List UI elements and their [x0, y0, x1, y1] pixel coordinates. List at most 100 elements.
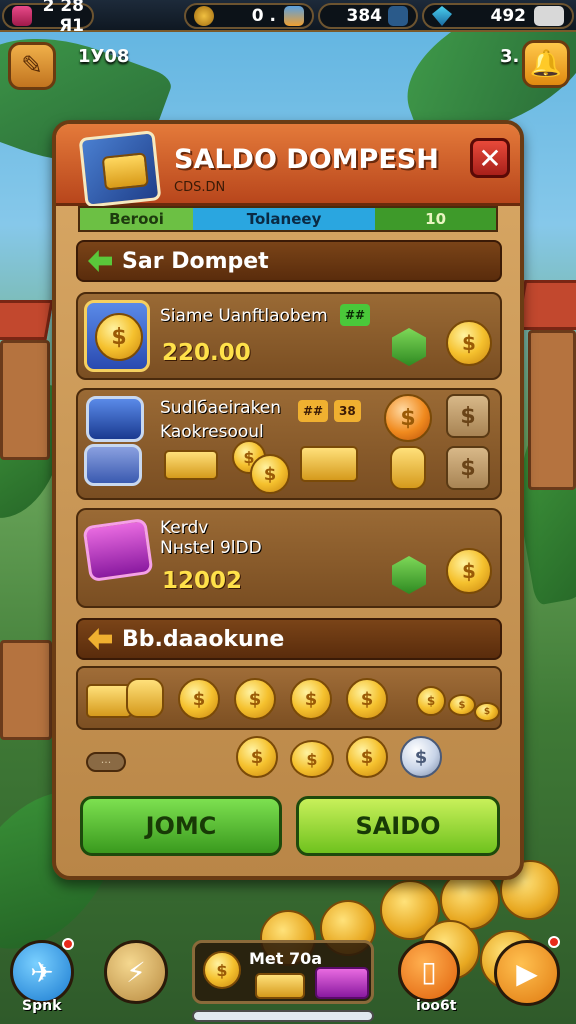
play-icon: ▶ — [516, 956, 538, 990]
coin-icon: $ — [446, 548, 492, 594]
coin-icon: $ — [446, 320, 492, 366]
coin-stack-icon — [126, 678, 164, 718]
notification-dot — [548, 936, 560, 948]
card-2-badge-2: 38 — [334, 400, 361, 422]
panel-tabs: Berooi Tolaneey 10 — [78, 206, 498, 232]
play-button[interactable]: ▶ — [494, 940, 560, 1006]
coin-icon: $ — [178, 678, 220, 720]
cash-stack-icon — [300, 446, 358, 482]
close-icon: ✕ — [478, 141, 502, 175]
card-2-title-line2: Kaokresooul — [160, 422, 264, 442]
buy-button[interactable]: $ — [446, 394, 490, 438]
shield-icon — [284, 6, 304, 26]
banknote-icon — [84, 444, 142, 486]
wallet-panel: SALDO DOMPESH CDS.DN ✕ Berooi Tolaneey 1… — [52, 120, 524, 880]
inventory-label: ioo6t — [416, 998, 457, 1014]
card-1-badge: ## — [340, 304, 371, 326]
coin-icon[interactable]: $ — [384, 394, 432, 442]
boost-button[interactable]: ⚡ — [104, 940, 168, 1004]
gear-icon — [194, 6, 214, 26]
resource-shields[interactable]: 384 — [318, 3, 418, 29]
gem-icon — [12, 6, 32, 26]
coin-icon: $ — [416, 686, 446, 716]
tab-1[interactable]: Berooi — [80, 208, 193, 230]
coin-icon: $ — [474, 702, 500, 722]
section-header-wallet: Sar Dompet — [76, 240, 502, 282]
notifications-button[interactable]: 🔔 — [522, 40, 570, 88]
resource-gears-value: 0 . — [251, 6, 276, 26]
saldo-button[interactable]: SAIDO — [296, 796, 500, 856]
wallet-card-1[interactable]: $ Siame Uanftlaobem ## 220.00 $ — [76, 292, 502, 380]
section-header-bonus-label: Bb.daaokune — [122, 626, 285, 652]
coin-icon: $ — [234, 678, 276, 720]
silver-coin-icon: $ — [400, 736, 442, 778]
card-1-value: 220.00 — [162, 340, 251, 366]
tab-3[interactable]: 10 — [375, 208, 497, 230]
notification-dot — [62, 938, 74, 950]
arrow-icon — [88, 250, 112, 272]
cash-icon — [86, 396, 144, 442]
progress-bar — [192, 1010, 374, 1022]
resource-gems[interactable]: 2 28 Я1 — [2, 0, 94, 36]
lightning-icon: ⚡ — [126, 955, 146, 989]
resource-crystals-value: 492 — [490, 6, 527, 26]
top-resource-bar: 2 28 Я1 0 . 384 492 — [0, 0, 576, 36]
gift-icon — [315, 967, 369, 999]
wallet-card-3[interactable]: Kerdv Nнstel 9lDD 12002 $ — [76, 508, 502, 608]
green-gem-icon — [392, 556, 426, 594]
card-2-title-line1: Sudlбaeiraken — [160, 398, 282, 418]
coin-icon: $ — [448, 694, 476, 716]
spin-label: Spnk — [22, 998, 62, 1014]
coin-icon: $ — [290, 678, 332, 720]
shop-box[interactable]: $ Met 70a — [192, 940, 374, 1004]
coin-icon: $ — [203, 951, 241, 989]
section-header-wallet-label: Sar Dompet — [122, 248, 269, 274]
shop-label: Met 70a — [249, 949, 323, 968]
panel-header: SALDO DOMPESH CDS.DN ✕ — [56, 124, 520, 208]
card-3-title-line2: Nнstel 9lDD — [160, 538, 262, 558]
spin-button[interactable]: ✈ — [10, 940, 74, 1004]
crystal-icon — [432, 6, 452, 26]
panel-title: SALDO DOMPESH — [174, 144, 439, 175]
tab-2[interactable]: Tolaneey — [192, 208, 376, 230]
coin-stack-icon — [390, 446, 426, 490]
rocket-icon: ✈ — [30, 955, 54, 989]
coin-icon: $ — [346, 678, 388, 720]
arrow-icon — [88, 628, 112, 650]
small-indicator[interactable]: ··· — [86, 752, 126, 772]
wrench-icon: ✎ — [21, 51, 43, 81]
resource-shields-value: 384 — [346, 6, 383, 26]
coin-icon: $ — [346, 736, 388, 778]
panel-subtitle: CDS.DN — [174, 180, 226, 195]
inventory-button[interactable]: ▯ — [398, 940, 460, 1002]
coin-icon: $ — [290, 740, 334, 778]
crystal-icon — [388, 6, 408, 26]
profile-button[interactable]: ✎ — [8, 42, 56, 90]
card-1-title: Siame Uanftlaobem — [160, 306, 328, 326]
coin-icon: $ — [84, 300, 150, 372]
join-button[interactable]: JOMC — [80, 796, 282, 856]
close-button[interactable]: ✕ — [470, 138, 510, 178]
resource-gems-value: 2 28 Я1 — [42, 0, 84, 36]
card-3-value: 12002 — [162, 568, 243, 594]
settings-toggle-icon[interactable] — [534, 6, 564, 26]
resource-crystals[interactable]: 492 — [422, 3, 574, 29]
resource-gears[interactable]: 0 . — [184, 3, 314, 29]
wallet-icon — [78, 130, 162, 208]
buy-button[interactable]: $ — [446, 446, 490, 490]
card-3-title-line1: Kerdv — [160, 518, 209, 538]
coin-icon: $ — [236, 736, 278, 778]
section-header-bonus: Bb.daaokune — [76, 618, 502, 660]
coin-icon: $ — [250, 454, 290, 494]
notification-count: 3. — [500, 46, 520, 67]
coin-stack-icon — [255, 973, 305, 999]
card-2-badge-1: ## — [298, 400, 329, 422]
bell-icon: 🔔 — [529, 49, 563, 79]
chest-icon — [82, 517, 154, 583]
level-label: 1У08 — [78, 46, 130, 67]
cash-stack-icon — [164, 450, 218, 480]
coin-tray: $ $ $ $ $ $ $ — [76, 666, 502, 730]
card-icon: ▯ — [421, 954, 437, 988]
wallet-card-2[interactable]: Sudlбaeiraken Kaokresooul ## 38 $ $ $ $ … — [76, 388, 502, 500]
green-gem-icon — [392, 328, 426, 366]
